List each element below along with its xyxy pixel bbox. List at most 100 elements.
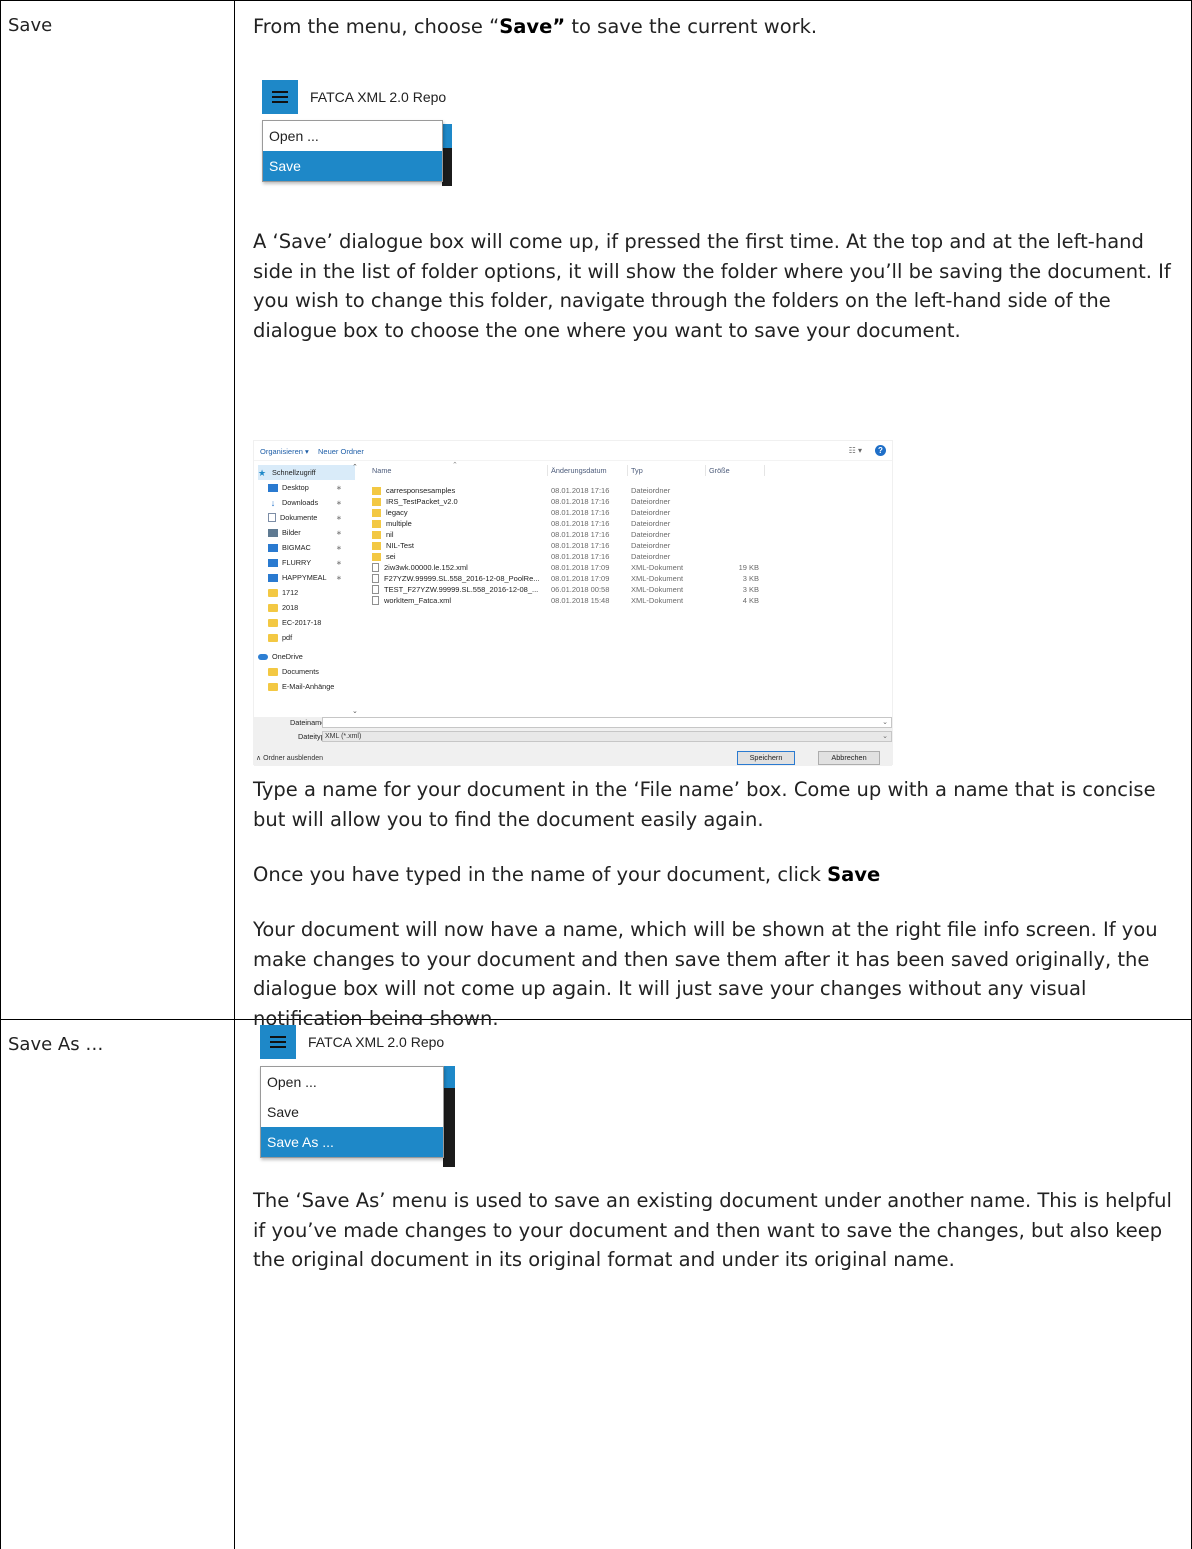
dialog-nav-pane: ★ Schnellzugriff Desktop ↓ Downloads Dokum… (254, 461, 356, 717)
save-intro: From the menu, choose “Save” to save the… (253, 15, 818, 38)
chevron-down-icon[interactable]: ⌄ (882, 732, 888, 741)
folder-icon (268, 667, 278, 676)
cancel-button[interactable]: Abbrechen (818, 751, 880, 765)
pin-icon: ∗ (336, 485, 342, 492)
folder-icon (372, 497, 381, 506)
nav-scrollbar[interactable]: ⌃ ⌄ (352, 463, 359, 715)
save-as-menu-screenshot: FATCA XML 2.0 Repo Open ... Save Save As… (260, 1022, 455, 1167)
folder-icon (372, 519, 381, 528)
filename-input[interactable]: ⌄ (322, 717, 892, 728)
file-row[interactable]: nil 08.01.2018 17:16 Dateiordner (364, 530, 894, 541)
column-header-size[interactable]: Größe (709, 466, 730, 475)
file-icon (372, 585, 379, 594)
scroll-down-icon[interactable]: ⌄ (352, 707, 358, 715)
computer-icon (268, 573, 278, 582)
pin-icon: ∗ (336, 515, 342, 522)
pictures-icon (268, 528, 278, 537)
nav-item-ec-2017-18[interactable]: EC-2017-18 (268, 615, 321, 630)
nav-item-desktop[interactable]: Desktop (268, 480, 309, 495)
dialog-toolbar: Organisieren ▾ Neuer Ordner ☷ ▾ ? (254, 441, 892, 461)
file-row[interactable]: IRS_TestPacket_v2.0 08.01.2018 17:16 Datei… (364, 497, 894, 508)
click-save-text: Once you have typed in the name of your … (253, 863, 881, 886)
computer-icon (268, 558, 278, 567)
folder-icon (268, 588, 278, 597)
hamburger-menu-icon[interactable] (262, 80, 298, 114)
pin-icon: ∗ (336, 530, 342, 537)
nav-item-1712[interactable]: 1712 (268, 585, 298, 600)
file-icon (372, 574, 379, 583)
file-row[interactable]: sei 08.01.2018 17:16 Dateiordner (364, 552, 894, 563)
sort-caret-icon: ⌃ (452, 462, 458, 469)
save-dialog-text: A ‘Save’ dialogue box will come up, if p… (253, 230, 1171, 342)
table-border-left (0, 0, 1, 1549)
download-arrow-icon: ↓ (270, 497, 276, 508)
menu-item-open[interactable]: Open ... (263, 121, 442, 151)
nav-item-bigmac[interactable]: BIGMAC (268, 540, 311, 555)
nav-item-quick-access[interactable]: ★ Schnellzugriff (258, 465, 355, 480)
scroll-up-icon[interactable]: ⌃ (352, 463, 358, 471)
file-icon (372, 596, 379, 605)
save-as-text: The ‘Save As’ menu is used to save an ex… (253, 1189, 1172, 1271)
menu-item-save[interactable]: Save (263, 151, 442, 181)
folder-icon (268, 682, 278, 691)
menu-item-save[interactable]: Save (261, 1097, 443, 1127)
file-row[interactable]: NIL-Test 08.01.2018 17:16 Dateiordner (364, 541, 894, 552)
pin-icon: ∗ (336, 560, 342, 567)
nav-item-downloads[interactable]: ↓ Downloads (268, 495, 318, 510)
menu-item-save-as[interactable]: Save As ... (261, 1127, 443, 1157)
save-menu-screenshot: FATCA XML 2.0 Repo Open ... Save (262, 80, 462, 186)
nav-item-documents[interactable]: Dokumente (268, 510, 317, 525)
save-result-text: Your document will now have a name, whic… (253, 918, 1158, 1030)
nav-item-onedrive[interactable]: OneDrive (258, 649, 303, 664)
app-topbar: FATCA XML 2.0 Repo (262, 80, 447, 114)
nav-item-flurry[interactable]: FLURRY (268, 555, 311, 570)
star-icon: ★ (258, 467, 267, 478)
folder-icon (372, 552, 381, 561)
folder-icon (372, 508, 381, 517)
document-icon (268, 513, 276, 522)
row-label-save: Save (8, 15, 53, 36)
file-row[interactable]: carresponsesamples 08.01.2018 17:16 Dateio… (364, 486, 894, 497)
file-row[interactable]: TEST_F27YZW.99999.SL.558_2016-12-08_... 0… (364, 585, 894, 596)
help-icon[interactable]: ? (875, 445, 886, 456)
file-menu-dropdown: Open ... Save (262, 120, 443, 182)
pin-icon: ∗ (336, 545, 342, 552)
nav-item-email-attachments[interactable]: E-Mail-Anhänge (268, 679, 334, 694)
column-header-type[interactable]: Typ (631, 466, 643, 475)
hide-folders-toggle[interactable]: ∧ Ordner ausblenden (256, 754, 323, 762)
app-title: FATCA XML 2.0 Repo (308, 1034, 445, 1050)
cloud-icon (258, 653, 268, 660)
chevron-down-icon[interactable]: ⌄ (882, 718, 888, 727)
app-topbar: FATCA XML 2.0 Repo (260, 1025, 445, 1059)
nav-item-happymeal[interactable]: HAPPYMEAL (268, 570, 327, 585)
table-border-top (0, 0, 1192, 1)
folder-icon (268, 603, 278, 612)
file-row[interactable]: legacy 08.01.2018 17:16 Dateiordner (364, 508, 894, 519)
folder-icon (372, 541, 381, 550)
filetype-select[interactable]: XML (*.xml) ⌄ (322, 731, 892, 742)
column-header-name[interactable]: Name (372, 466, 391, 475)
pin-icon: ∗ (336, 575, 342, 582)
menu-item-open[interactable]: Open ... (261, 1067, 443, 1097)
nav-item-pictures[interactable]: Bilder (268, 525, 301, 540)
hamburger-menu-icon[interactable] (260, 1025, 296, 1059)
nav-item-2018[interactable]: 2018 (268, 600, 298, 615)
file-row[interactable]: workItem_Fatca.xml 08.01.2018 15:48 XML-Do… (364, 596, 894, 607)
view-options-icon[interactable]: ☷ ▾ (849, 446, 862, 455)
file-row[interactable]: F27YZW.99999.SL.558_2016-12-08_PoolRe...… (364, 574, 894, 585)
row-label-save-as: Save As … (8, 1034, 104, 1055)
folder-icon (268, 633, 278, 642)
nav-item-onedrive-documents[interactable]: Documents (268, 664, 319, 679)
file-row[interactable]: 2iw3wk.00000.le.152.xml 08.01.2018 17:09 X… (364, 563, 894, 574)
app-title: FATCA XML 2.0 Repo (310, 89, 447, 105)
save-file-dialog: Organisieren ▾ Neuer Ordner ☷ ▾ ? ★ Schne… (253, 440, 894, 766)
dialog-bottom-bar: Dateiname: ⌄ Dateityp: XML (*.xml) ⌄ ∧ Or… (254, 717, 892, 766)
nav-item-pdf[interactable]: pdf (268, 630, 292, 645)
new-folder-button[interactable]: Neuer Ordner (318, 447, 364, 456)
file-row[interactable]: multiple 08.01.2018 17:16 Dateiordner (364, 519, 894, 530)
type-name-text: Type a name for your document in the ‘Fi… (253, 778, 1156, 831)
column-header-date[interactable]: Änderungsdatum (551, 466, 607, 475)
organize-button[interactable]: Organisieren ▾ (260, 447, 309, 456)
save-button[interactable]: Speichern (737, 751, 795, 765)
pin-icon: ∗ (336, 500, 342, 507)
